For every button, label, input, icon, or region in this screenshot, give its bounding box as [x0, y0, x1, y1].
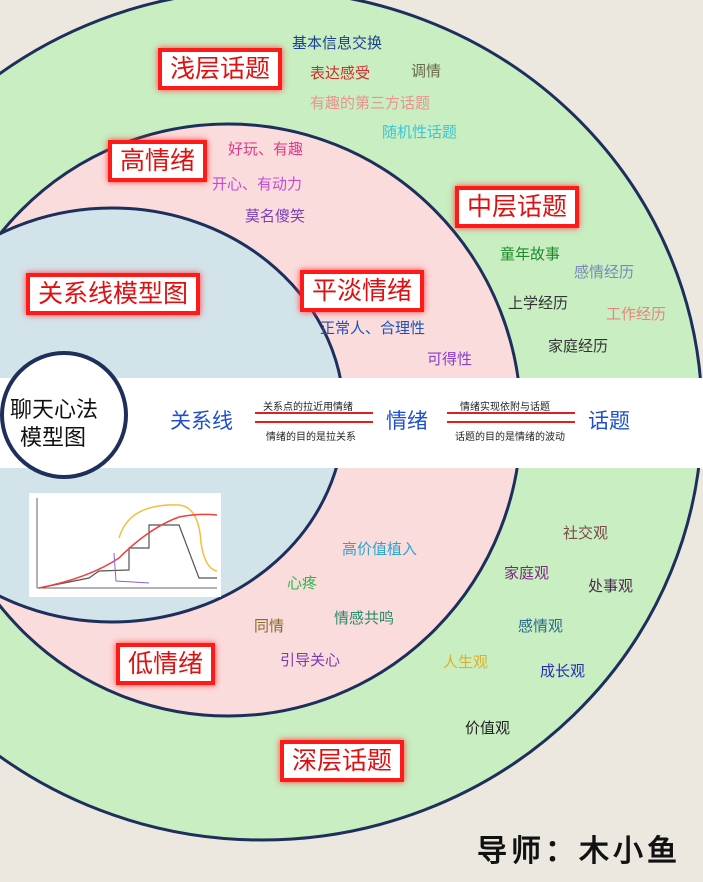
shallow-item: 表达感受 — [310, 64, 371, 82]
flow-ab-bottom: 情绪的目的是拉关系 — [266, 432, 356, 443]
shallow-item: 基本信息交换 — [292, 34, 383, 52]
arrow-left-icon — [447, 421, 575, 423]
high-item: 开心、有动力 — [212, 175, 303, 193]
label-high-emotion: 高情绪 — [108, 140, 208, 182]
arrow-right-icon — [255, 412, 373, 414]
label-middle-topic: 中层话题 — [455, 186, 580, 228]
flow-ab-top: 关系点的拉近用情绪 — [263, 402, 353, 413]
deep-item: 处事观 — [588, 577, 634, 595]
deep-item: 家庭观 — [504, 564, 550, 582]
flow-emotion: 情绪 — [386, 409, 428, 433]
flow-bc-bottom: 话题的目的是情绪的波动 — [455, 432, 565, 443]
flow-relation: 关系线 — [170, 409, 233, 433]
high-item: 莫名傻笑 — [245, 207, 306, 225]
deep-item: 价值观 — [465, 719, 511, 737]
middle-item: 工作经历 — [606, 305, 667, 323]
arrow-left-icon — [255, 421, 373, 423]
flow-bc-top: 情绪实现依附与话题 — [460, 402, 550, 413]
deep-item: 感情观 — [518, 617, 564, 635]
middle-item: 家庭经历 — [548, 337, 609, 355]
deep-item: 人生观 — [443, 653, 489, 671]
label-shallow-topic: 浅层话题 — [158, 48, 283, 90]
calm-item: 可得性 — [427, 350, 473, 368]
label-deep-topic: 深层话题 — [280, 740, 405, 782]
low-item: 心疼 — [287, 574, 318, 592]
middle-item: 上学经历 — [508, 294, 569, 312]
low-item: 高价值植入 — [342, 540, 418, 558]
low-item: 引导关心 — [280, 651, 341, 669]
relation-curve-thumbnail — [29, 493, 221, 597]
arrow-right-icon — [447, 412, 575, 414]
low-item: 情感共鸣 — [334, 609, 395, 627]
calm-item: 正常人、合理性 — [320, 319, 426, 337]
shallow-item: 调情 — [411, 62, 442, 80]
shallow-item: 有趣的第三方话题 — [310, 94, 431, 112]
high-item: 好玩、有趣 — [228, 140, 304, 158]
low-item: 同情 — [254, 617, 285, 635]
deep-item: 社交观 — [563, 524, 609, 542]
label-relation-model: 关系线模型图 — [26, 273, 201, 315]
shallow-item: 随机性话题 — [382, 123, 458, 141]
middle-item: 感情经历 — [574, 263, 635, 281]
label-low-emotion: 低情绪 — [116, 643, 216, 685]
deep-item: 成长观 — [540, 662, 586, 680]
signature: 导师：木小鱼 — [477, 834, 681, 869]
flow-topic: 话题 — [588, 409, 630, 433]
label-calm-emotion: 平淡情绪 — [300, 270, 425, 312]
middle-item: 童年故事 — [500, 245, 561, 263]
center-title-line2: 模型图 — [20, 426, 87, 451]
